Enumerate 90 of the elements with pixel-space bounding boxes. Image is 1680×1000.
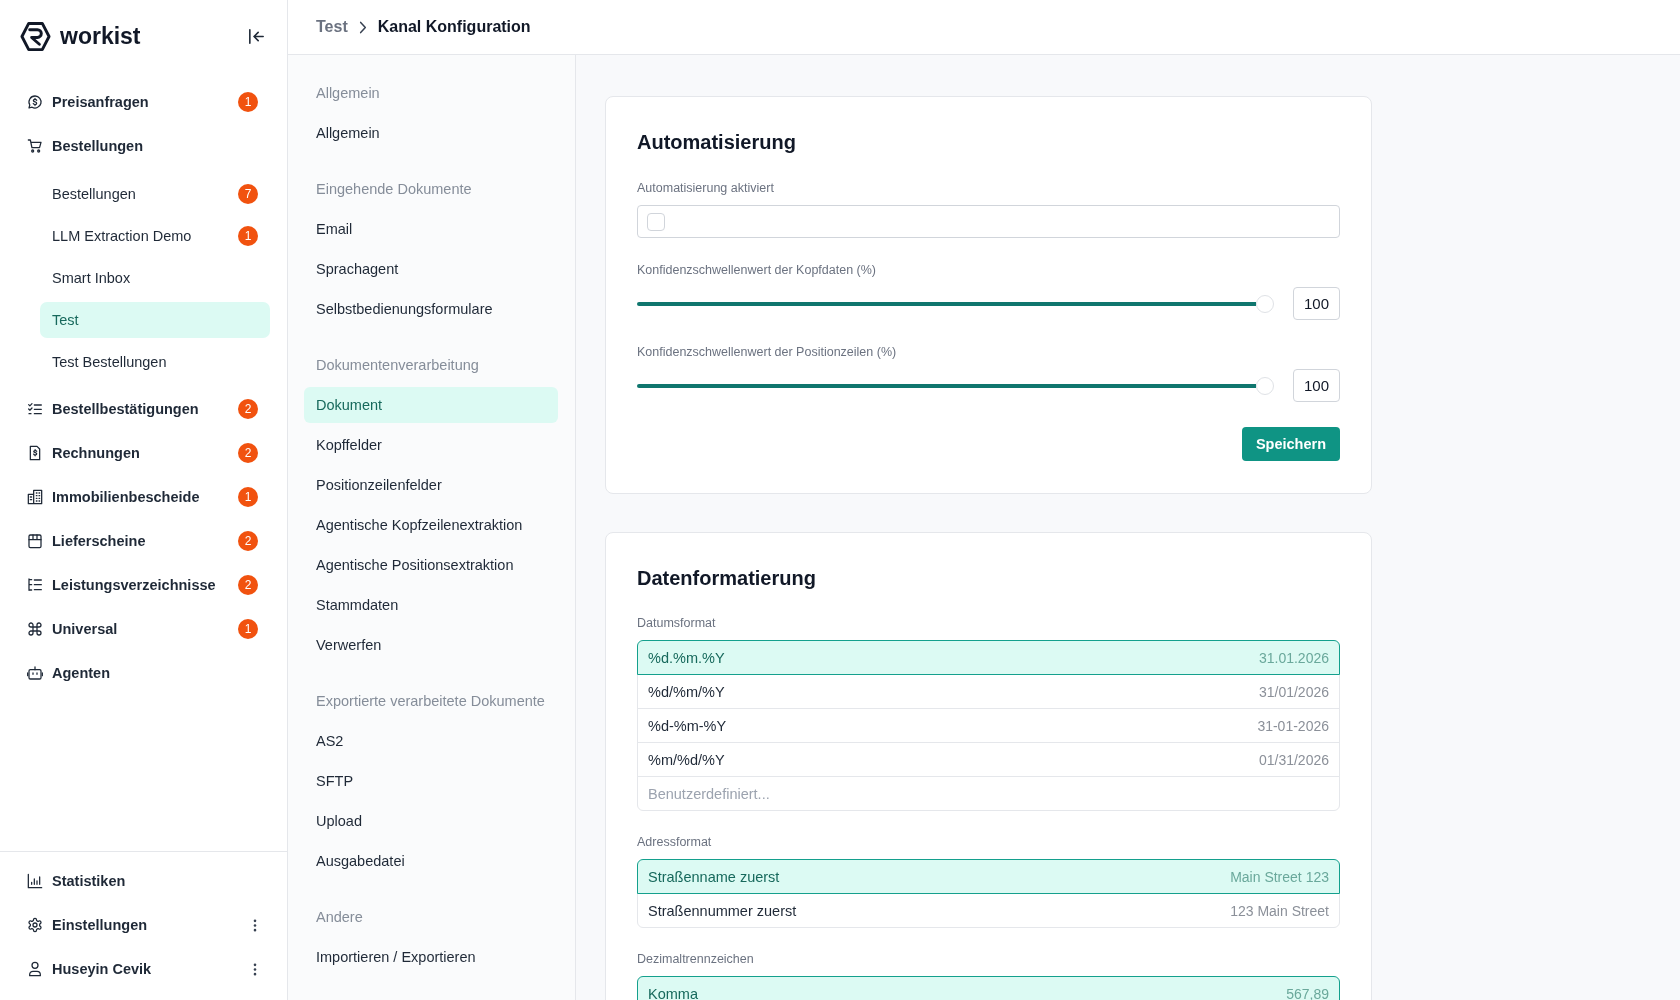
- card-title: Datenformatierung: [637, 566, 817, 591]
- nav-subitem[interactable]: Smart Inbox: [40, 260, 270, 296]
- section-heading: Dokumentenverarbeitung: [315, 356, 480, 375]
- robot-icon: [27, 665, 43, 681]
- field-label: Datumsformat: [637, 615, 717, 632]
- list-tree-icon: [27, 577, 43, 593]
- number-input[interactable]: 100: [1293, 287, 1340, 320]
- settings-nav-item[interactable]: Kopffelder: [304, 427, 558, 463]
- slider-track[interactable]: [637, 294, 1274, 313]
- count-badge: 1: [238, 619, 258, 639]
- settings-nav-item[interactable]: Sprachagent: [304, 251, 558, 287]
- settings-nav-item[interactable]: Allgemein: [304, 115, 558, 151]
- field-label: Konfidenzschwellenwert der Positionzeilen (%): [637, 344, 898, 361]
- format-option[interactable]: Straßenname zuerst Main Street 123: [637, 859, 1340, 894]
- logo-text: workist: [60, 22, 141, 50]
- nav-item[interactable]: Immobilienbescheide 1: [18, 479, 270, 515]
- format-option[interactable]: Komma 567,89: [637, 976, 1340, 1000]
- checklist-icon: [27, 401, 43, 417]
- document-dollar-icon: [27, 445, 43, 461]
- section-heading: Andere: [315, 908, 364, 927]
- settings-nav-item[interactable]: Upload: [304, 803, 558, 839]
- more-icon[interactable]: [253, 962, 257, 976]
- nav-item[interactable]: Huseyin Cevik: [18, 951, 270, 987]
- chevron-right-icon: [358, 20, 367, 34]
- field-label: Konfidenzschwellenwert der Kopfdaten (%): [637, 262, 878, 279]
- section-heading: Eingehende Dokumente: [315, 180, 473, 199]
- count-badge: 1: [238, 487, 258, 507]
- nav-item[interactable]: Agenten: [18, 655, 270, 691]
- format-option[interactable]: %d.%m.%Y 31.01.2026: [637, 640, 1340, 675]
- nav-item[interactable]: Rechnungen 2: [18, 435, 270, 471]
- count-badge: 2: [238, 531, 258, 551]
- nav-item[interactable]: Lieferscheine 2: [18, 523, 270, 559]
- section-heading: Allgemein: [315, 84, 381, 103]
- format-option[interactable]: %m/%d/%Y 01/31/2026: [637, 742, 1340, 777]
- settings-nav-item[interactable]: Importieren / Exportieren: [304, 939, 558, 975]
- settings-nav-item[interactable]: Positionzeilenfelder: [304, 467, 558, 503]
- nav-subitem[interactable]: Bestellungen 7: [40, 176, 270, 212]
- nav-subitem[interactable]: LLM Extraction Demo 1: [40, 218, 270, 254]
- nav-item[interactable]: Statistiken: [18, 863, 270, 899]
- settings-nav-item[interactable]: Verwerfen: [304, 627, 558, 663]
- nav-item[interactable]: Universal 1: [18, 611, 270, 647]
- slider-handle[interactable]: [1256, 376, 1274, 395]
- nav-item[interactable]: Preisanfragen 1: [18, 84, 270, 120]
- nav-item[interactable]: Einstellungen: [18, 907, 270, 943]
- card-title: Automatisierung: [637, 130, 797, 155]
- settings-nav-item[interactable]: Dokument: [304, 387, 558, 423]
- buildings-icon: [27, 489, 43, 505]
- custom-format-input[interactable]: Benutzerdefiniert...: [637, 776, 1340, 811]
- settings-nav-item[interactable]: Agentische Positionsextraktion: [304, 547, 558, 583]
- bar-chart-icon: [27, 873, 43, 889]
- count-badge: 2: [238, 575, 258, 595]
- settings-nav-item[interactable]: Selbstbedienungsformulare: [304, 291, 558, 327]
- format-option[interactable]: %d-%m-%Y 31-01-2026: [637, 708, 1340, 743]
- nav-subitem[interactable]: Test: [40, 302, 270, 338]
- nav-item[interactable]: Leistungsverzeichnisse 2: [18, 567, 270, 603]
- settings-nav-item[interactable]: SFTP: [304, 763, 558, 799]
- count-badge: 1: [238, 92, 258, 112]
- field-label: Adressformat: [637, 834, 713, 851]
- collapse-icon: [247, 28, 265, 44]
- command-icon: [27, 621, 43, 637]
- page-title: Kanal Konfiguration: [377, 18, 531, 36]
- field-label: Automatisierung aktiviert: [637, 180, 775, 197]
- user-icon: [27, 961, 43, 977]
- field-label: Dezimaltrennzeichen: [637, 951, 755, 968]
- checkbox[interactable]: [647, 212, 665, 231]
- save-button[interactable]: Speichern: [1241, 427, 1340, 461]
- logo-icon: [20, 20, 51, 52]
- chat-dollar-icon: [27, 94, 43, 110]
- more-icon[interactable]: [253, 918, 257, 932]
- nav-item[interactable]: Bestellbestätigungen 2: [18, 391, 270, 427]
- slider-handle[interactable]: [1256, 294, 1274, 313]
- format-option[interactable]: Straßennummer zuerst 123 Main Street: [637, 893, 1340, 928]
- section-heading: Exportierte verarbeitete Dokumente: [315, 692, 546, 711]
- count-badge: 1: [238, 226, 258, 246]
- settings-nav-item[interactable]: Agentische Kopfzeilenextraktion: [304, 507, 558, 543]
- settings-icon: [27, 917, 43, 933]
- count-badge: 7: [238, 184, 258, 204]
- nav-subitem[interactable]: Test Bestellungen: [40, 344, 270, 380]
- settings-nav-item[interactable]: Ausgabedatei: [304, 843, 558, 879]
- settings-nav-item[interactable]: Stammdaten: [304, 587, 558, 623]
- count-badge: 2: [238, 443, 258, 463]
- cart-icon: [27, 138, 43, 154]
- nav-item[interactable]: Bestellungen: [18, 128, 270, 164]
- package-icon: [27, 533, 43, 549]
- slider-track[interactable]: [637, 376, 1274, 395]
- count-badge: 2: [238, 399, 258, 419]
- settings-nav-item[interactable]: Email: [304, 211, 558, 247]
- number-input[interactable]: 100: [1293, 369, 1340, 402]
- breadcrumb-link[interactable]: Test: [316, 18, 348, 36]
- settings-nav-item[interactable]: AS2: [304, 723, 558, 759]
